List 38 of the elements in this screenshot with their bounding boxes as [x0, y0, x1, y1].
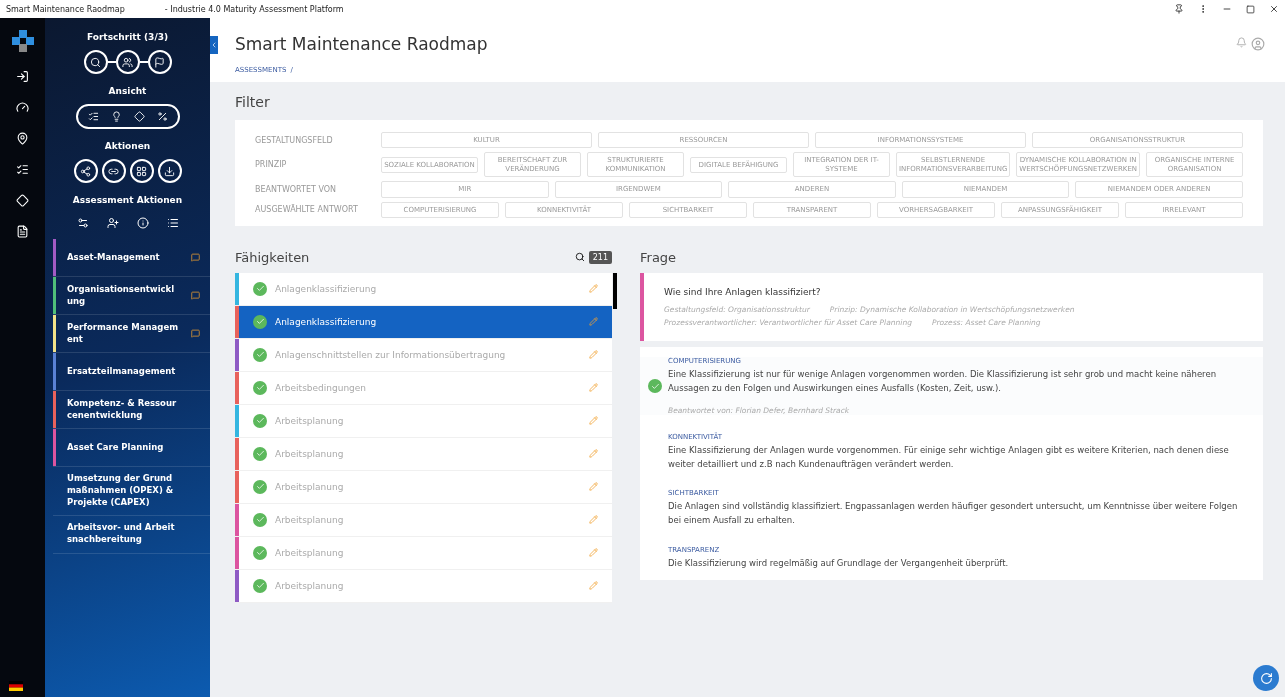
answer-text: Eine Klassifizierung der Anlagen wurde vorgenommen. Für einige sehr wichtige Anlagen gibt es weitere Kriterien, nach denen diese weiter detailliert und z.B nach Kundenaufträgen verändert werden. — [668, 444, 1230, 471]
skill-item[interactable]: Arbeitsplanung — [235, 470, 612, 504]
sidebar-item[interactable]: Asset-Management — [53, 239, 210, 277]
sidebar-item[interactable]: Kompetenz- & Ressourcenentwicklung — [53, 391, 210, 429]
filter-label: AUSGEWÄHLTE ANTWORT — [255, 205, 359, 215]
skills-title: Fähigkeiten — [235, 249, 310, 265]
window-subtitle: - Industrie 4.0 Maturity Assessment Platform — [164, 4, 344, 14]
actions-label: Aktionen — [104, 141, 151, 151]
sidebar-item[interactable]: Umsetzung der Grundmaßnahmen (OPEX) & Projekte (CAPEX) — [53, 467, 210, 516]
skills-count: 211 — [588, 250, 612, 264]
answer-text: Eine Klassifizierung ist nur für wenige Anlagen vorgenommen worden. Die Klassifizierung ist sehr grob und macht keine näheren Aussagen zu den Folgen und Auswirkungen eines Ausfalls (Kosten, Zeit, usw.). — [668, 367, 1218, 395]
filter-title: Filter — [235, 93, 271, 112]
skill-item[interactable]: Arbeitsplanung — [235, 536, 612, 570]
window-title: Smart Maintenance Raodmap — [6, 4, 125, 14]
skill-item[interactable]: Anlagenklassifizierung — [235, 305, 612, 339]
progress-label: Fortschritt (3/3) — [86, 32, 169, 42]
question-text: Wie sind Ihre Anlagen klassifiziert? — [664, 286, 822, 297]
answer-text: Die Klassifizierung wird regelmäßig auf Grundlage der Vergangenheit überprüft. — [668, 556, 1010, 570]
skill-item[interactable]: Arbeitsbedingungen — [235, 371, 612, 405]
sidebar-item[interactable]: Asset Care Planning — [53, 429, 210, 467]
answer-text: Die Anlagen sind vollständig klassifiziert. Engpassanlagen werden häufiger gesondert untersucht, um Kenntnisse über weitere Folgen bei einem Ausfall zu erhalten. — [668, 500, 1239, 527]
view-label: Ansicht — [108, 86, 147, 96]
sidebar-item[interactable]: Performance Management — [53, 315, 210, 353]
skill-item[interactable]: Arbeitsplanung — [235, 404, 612, 438]
filter-label: PRINZIP — [255, 160, 288, 170]
sidebar-item[interactable]: Organisationsentwicklung — [53, 277, 210, 315]
skill-item[interactable]: Anlagenklassifizierung — [235, 272, 612, 306]
sidebar-item[interactable]: Ersatzteilmanagement — [53, 353, 210, 391]
filter-label: BEANTWORTET VON — [255, 184, 338, 194]
skill-item[interactable]: Arbeitsplanung — [235, 569, 612, 603]
filter-label: GESTALTUNGSFELD — [255, 135, 334, 145]
assessment-actions-label: Assessment Aktionen — [72, 195, 183, 205]
skill-item[interactable]: Arbeitsplanung — [235, 437, 612, 471]
sidebar-item[interactable]: Arbeitsvor- und Arbeitsnachbereitung — [53, 515, 210, 554]
question-title: Frage — [640, 249, 677, 265]
page-title: Smart Maintenance Raodmap — [235, 34, 488, 54]
skill-item[interactable]: Arbeitsplanung — [235, 503, 612, 537]
skill-item[interactable]: Anlagenschnittstellen zur Informationsübertragung — [235, 338, 612, 372]
